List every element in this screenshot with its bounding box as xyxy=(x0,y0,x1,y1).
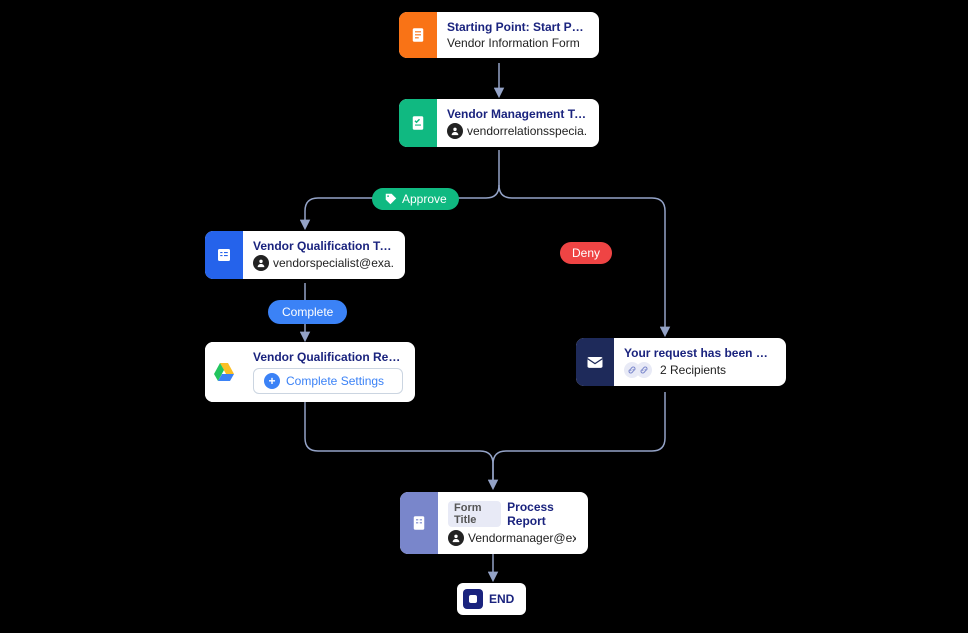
approve-badge: Approve xyxy=(372,188,459,210)
start-node-subtitle: Vendor Information Form xyxy=(447,36,587,50)
process-report-title: Process Report xyxy=(507,500,576,528)
vendor-management-user: vendorrelationsspecia... xyxy=(467,124,587,138)
end-node[interactable]: END xyxy=(457,583,526,615)
form-title-chip: Form Title xyxy=(448,501,501,527)
plus-icon: + xyxy=(264,373,280,389)
process-report-node[interactable]: Form Title Process Report Vendormanager@… xyxy=(400,492,588,554)
checklist-icon xyxy=(399,99,437,147)
user-avatar-icon xyxy=(447,123,463,139)
document-icon xyxy=(399,12,437,58)
deny-badge: Deny xyxy=(560,242,612,264)
workflow-canvas: Starting Point: Start Point Vendor Infor… xyxy=(0,0,968,633)
reports-node[interactable]: Vendor Qualification Reports... + Comple… xyxy=(205,342,415,402)
start-node-title: Starting Point: Start Point xyxy=(447,20,587,34)
qualification-task-title: Vendor Qualification Task xyxy=(253,239,393,253)
deny-label: Deny xyxy=(572,246,600,260)
vendor-management-title: Vendor Management Team xyxy=(447,107,587,121)
denied-recipients: 2 Recipients xyxy=(660,363,726,377)
user-avatar-icon xyxy=(448,530,464,546)
complete-settings-label: Complete Settings xyxy=(286,374,384,388)
qualification-task-user: vendorspecialist@exa... xyxy=(273,256,393,270)
envelope-icon xyxy=(576,338,614,386)
user-avatar-icon xyxy=(253,255,269,271)
reports-title: Vendor Qualification Reports... xyxy=(253,350,403,364)
form-icon xyxy=(205,231,243,279)
report-icon xyxy=(400,492,438,554)
recipients-icon xyxy=(624,362,652,378)
process-report-user: Vendormanager@exa... xyxy=(468,531,576,545)
complete-settings-button[interactable]: + Complete Settings xyxy=(253,368,403,394)
tag-check-icon xyxy=(384,192,398,206)
stop-icon xyxy=(463,589,483,609)
start-node[interactable]: Starting Point: Start Point Vendor Infor… xyxy=(399,12,599,58)
qualification-task-node[interactable]: Vendor Qualification Task vendorspeciali… xyxy=(205,231,405,279)
end-label: END xyxy=(489,592,514,606)
denied-title: Your request has been denied. xyxy=(624,346,774,360)
approve-label: Approve xyxy=(402,192,447,206)
vendor-management-node[interactable]: Vendor Management Team vendorrelationssp… xyxy=(399,99,599,147)
denied-node[interactable]: Your request has been denied. 2 Recipien… xyxy=(576,338,786,386)
gdrive-icon xyxy=(205,342,243,402)
complete-label: Complete xyxy=(282,305,333,319)
complete-badge: Complete xyxy=(268,300,347,324)
